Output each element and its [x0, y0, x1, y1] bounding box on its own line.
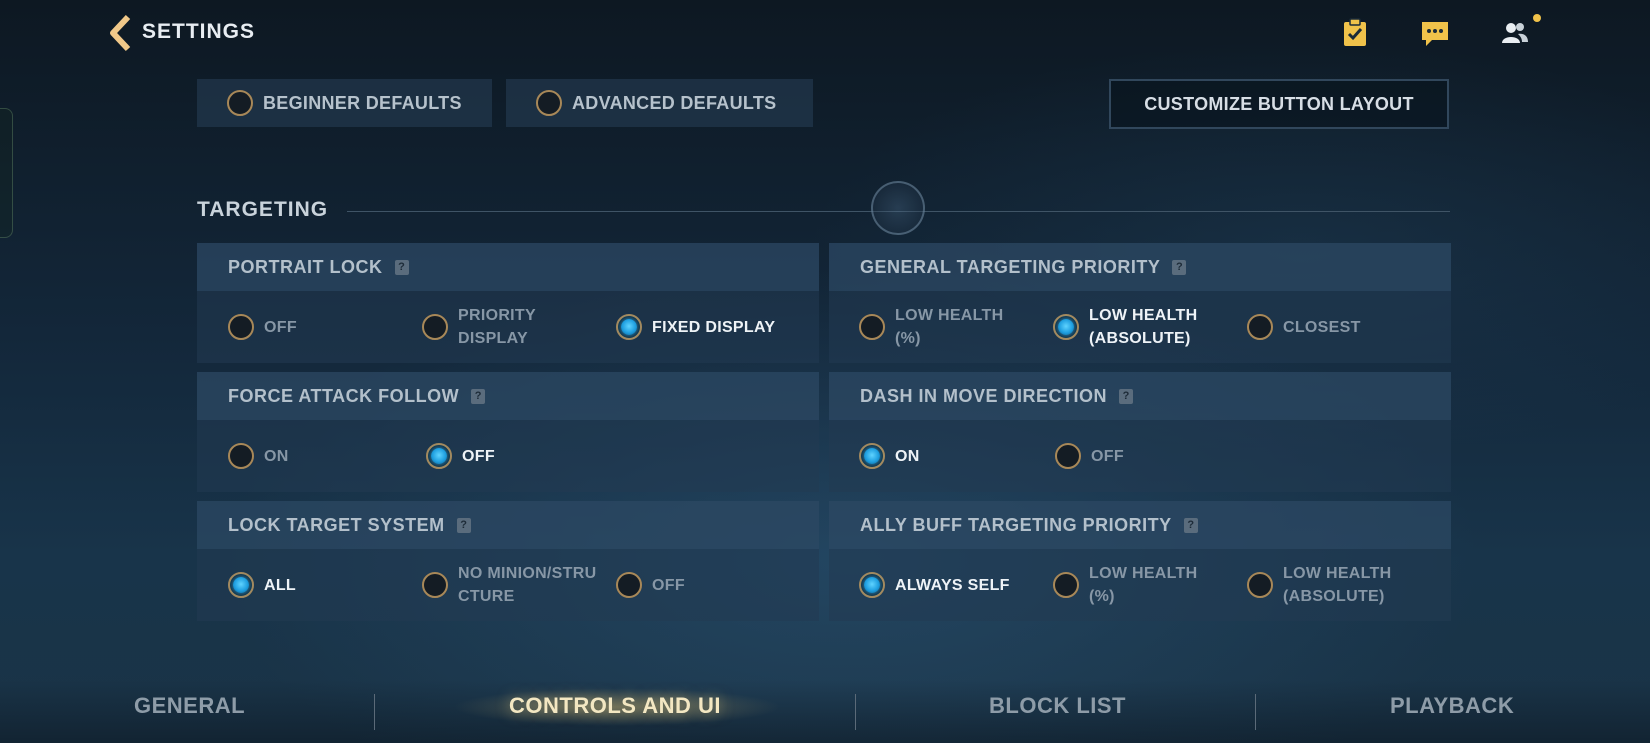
option-label: LOW HEALTH (%) — [895, 307, 1004, 347]
option-label: ALWAYS SELF — [895, 576, 1010, 594]
radio-button[interactable] — [228, 314, 254, 340]
section-title: TARGETING — [197, 198, 329, 221]
chat-bubble-icon[interactable] — [1420, 18, 1450, 48]
option-low-health-percent[interactable]: LOW HEALTH (%) — [859, 291, 1020, 363]
option-priority-display[interactable]: PRIORITY DISPLAY — [422, 291, 558, 363]
chevron-left-icon[interactable] — [108, 14, 132, 52]
radio-button-selected[interactable] — [426, 443, 452, 469]
help-icon[interactable]: ? — [471, 388, 486, 404]
help-icon[interactable]: ? — [394, 259, 409, 275]
option-low-health-absolute[interactable]: LOW HEALTH (ABSOLUTE) — [1053, 291, 1214, 363]
setting-title: ALLY BUFF TARGETING PRIORITY — [860, 514, 1172, 535]
setting-title: FORCE ATTACK FOLLOW — [228, 385, 460, 406]
setting-header: LOCK TARGET SYSTEM ? — [197, 501, 819, 549]
option-label: PRIORITY DISPLAY — [458, 307, 536, 347]
radio-button[interactable] — [616, 572, 642, 598]
radio-button-selected[interactable] — [228, 572, 254, 598]
advanced-defaults-label: ADVANCED DEFAULTS — [572, 92, 777, 113]
option-label: ALL — [264, 576, 297, 594]
option-off[interactable]: OFF — [616, 549, 792, 621]
radio-button[interactable] — [859, 314, 885, 340]
setting-header: GENERAL TARGETING PRIORITY ? — [829, 243, 1451, 291]
option-always-self[interactable]: ALWAYS SELF — [859, 549, 1045, 621]
option-label: ON — [264, 447, 289, 465]
option-on[interactable]: ON — [859, 420, 1035, 492]
radio-button[interactable] — [422, 572, 448, 598]
option-label: OFF — [652, 576, 685, 594]
tab-controls-and-ui[interactable]: CONTROLS AND UI — [509, 693, 721, 719]
tab-divider — [1255, 694, 1256, 730]
option-label: NO MINION/STRUCTURE — [458, 565, 597, 605]
radio-button[interactable] — [1247, 314, 1273, 340]
option-on[interactable]: ON — [228, 420, 404, 492]
setting-force-attack-follow: FORCE ATTACK FOLLOW ? ON OFF — [197, 372, 819, 492]
setting-title: PORTRAIT LOCK — [228, 256, 383, 277]
option-label: OFF — [1091, 447, 1124, 465]
help-icon[interactable]: ? — [1119, 388, 1134, 404]
option-closest[interactable]: CLOSEST — [1247, 291, 1433, 363]
help-icon[interactable]: ? — [1183, 517, 1198, 533]
section-divider-knob — [871, 181, 925, 235]
beginner-defaults-button[interactable]: BEGINNER DEFAULTS — [197, 79, 492, 127]
setting-header: FORCE ATTACK FOLLOW ? — [197, 372, 819, 420]
clipboard-check-icon[interactable] — [1340, 18, 1370, 48]
option-fixed-display[interactable]: FIXED DISPLAY — [616, 291, 832, 363]
option-label: FIXED DISPLAY — [652, 318, 776, 336]
option-label: OFF — [264, 318, 297, 336]
setting-lock-target-system: LOCK TARGET SYSTEM ? ALL NO MINION/STRUC… — [197, 501, 819, 621]
setting-header: DASH IN MOVE DIRECTION ? — [829, 372, 1451, 420]
setting-portrait-lock: PORTRAIT LOCK ? OFF PRIORITY DISPLAY FIX… — [197, 243, 819, 363]
tab-divider — [855, 694, 856, 730]
tab-block-list[interactable]: BLOCK LIST — [989, 693, 1126, 719]
option-label: ON — [895, 447, 920, 465]
setting-general-targeting-priority: GENERAL TARGETING PRIORITY ? LOW HEALTH … — [829, 243, 1451, 363]
advanced-defaults-radio[interactable] — [536, 90, 562, 116]
option-off[interactable]: OFF — [228, 291, 404, 363]
setting-title: LOCK TARGET SYSTEM — [228, 514, 445, 535]
setting-dash-in-move-direction: DASH IN MOVE DIRECTION ? ON OFF — [829, 372, 1451, 492]
radio-button[interactable] — [1053, 572, 1079, 598]
radio-button-selected[interactable] — [859, 572, 885, 598]
friends-icon[interactable] — [1500, 18, 1530, 48]
tab-general[interactable]: GENERAL — [134, 693, 245, 719]
tab-playback[interactable]: PLAYBACK — [1390, 693, 1514, 719]
beginner-defaults-radio[interactable] — [227, 90, 253, 116]
option-off[interactable]: OFF — [426, 420, 602, 492]
option-no-minion-structure[interactable]: NO MINION/STRUCTURE — [422, 549, 598, 621]
radio-button[interactable] — [1055, 443, 1081, 469]
notification-dot — [1533, 14, 1541, 22]
option-label: LOW HEALTH (ABSOLUTE) — [1283, 565, 1392, 605]
help-icon[interactable]: ? — [456, 517, 471, 533]
advanced-defaults-button[interactable]: ADVANCED DEFAULTS — [506, 79, 813, 127]
option-off[interactable]: OFF — [1055, 420, 1231, 492]
option-label: LOW HEALTH (ABSOLUTE) — [1089, 307, 1198, 347]
radio-button[interactable] — [228, 443, 254, 469]
option-all[interactable]: ALL — [228, 549, 404, 621]
customize-button-layout-button[interactable]: CUSTOMIZE BUTTON LAYOUT — [1109, 79, 1449, 129]
option-label: OFF — [462, 447, 495, 465]
help-icon[interactable]: ? — [1172, 259, 1187, 275]
setting-header: ALLY BUFF TARGETING PRIORITY ? — [829, 501, 1451, 549]
option-label: LOW HEALTH (%) — [1089, 565, 1198, 605]
radio-button[interactable] — [422, 314, 448, 340]
radio-button-selected[interactable] — [616, 314, 642, 340]
option-low-health-absolute[interactable]: LOW HEALTH (ABSOLUTE) — [1247, 549, 1408, 621]
side-panel-tab[interactable] — [0, 108, 13, 238]
radio-button[interactable] — [1247, 572, 1273, 598]
setting-title: GENERAL TARGETING PRIORITY — [860, 256, 1161, 277]
option-label: CLOSEST — [1283, 318, 1361, 336]
setting-header: PORTRAIT LOCK ? — [197, 243, 819, 291]
option-low-health-percent[interactable]: LOW HEALTH (%) — [1053, 549, 1214, 621]
radio-button-selected[interactable] — [859, 443, 885, 469]
beginner-defaults-label: BEGINNER DEFAULTS — [263, 92, 462, 113]
radio-button-selected[interactable] — [1053, 314, 1079, 340]
tab-divider — [374, 694, 375, 730]
page-title: SETTINGS — [142, 20, 256, 43]
setting-ally-buff-targeting-priority: ALLY BUFF TARGETING PRIORITY ? ALWAYS SE… — [829, 501, 1451, 621]
setting-title: DASH IN MOVE DIRECTION — [860, 385, 1108, 406]
